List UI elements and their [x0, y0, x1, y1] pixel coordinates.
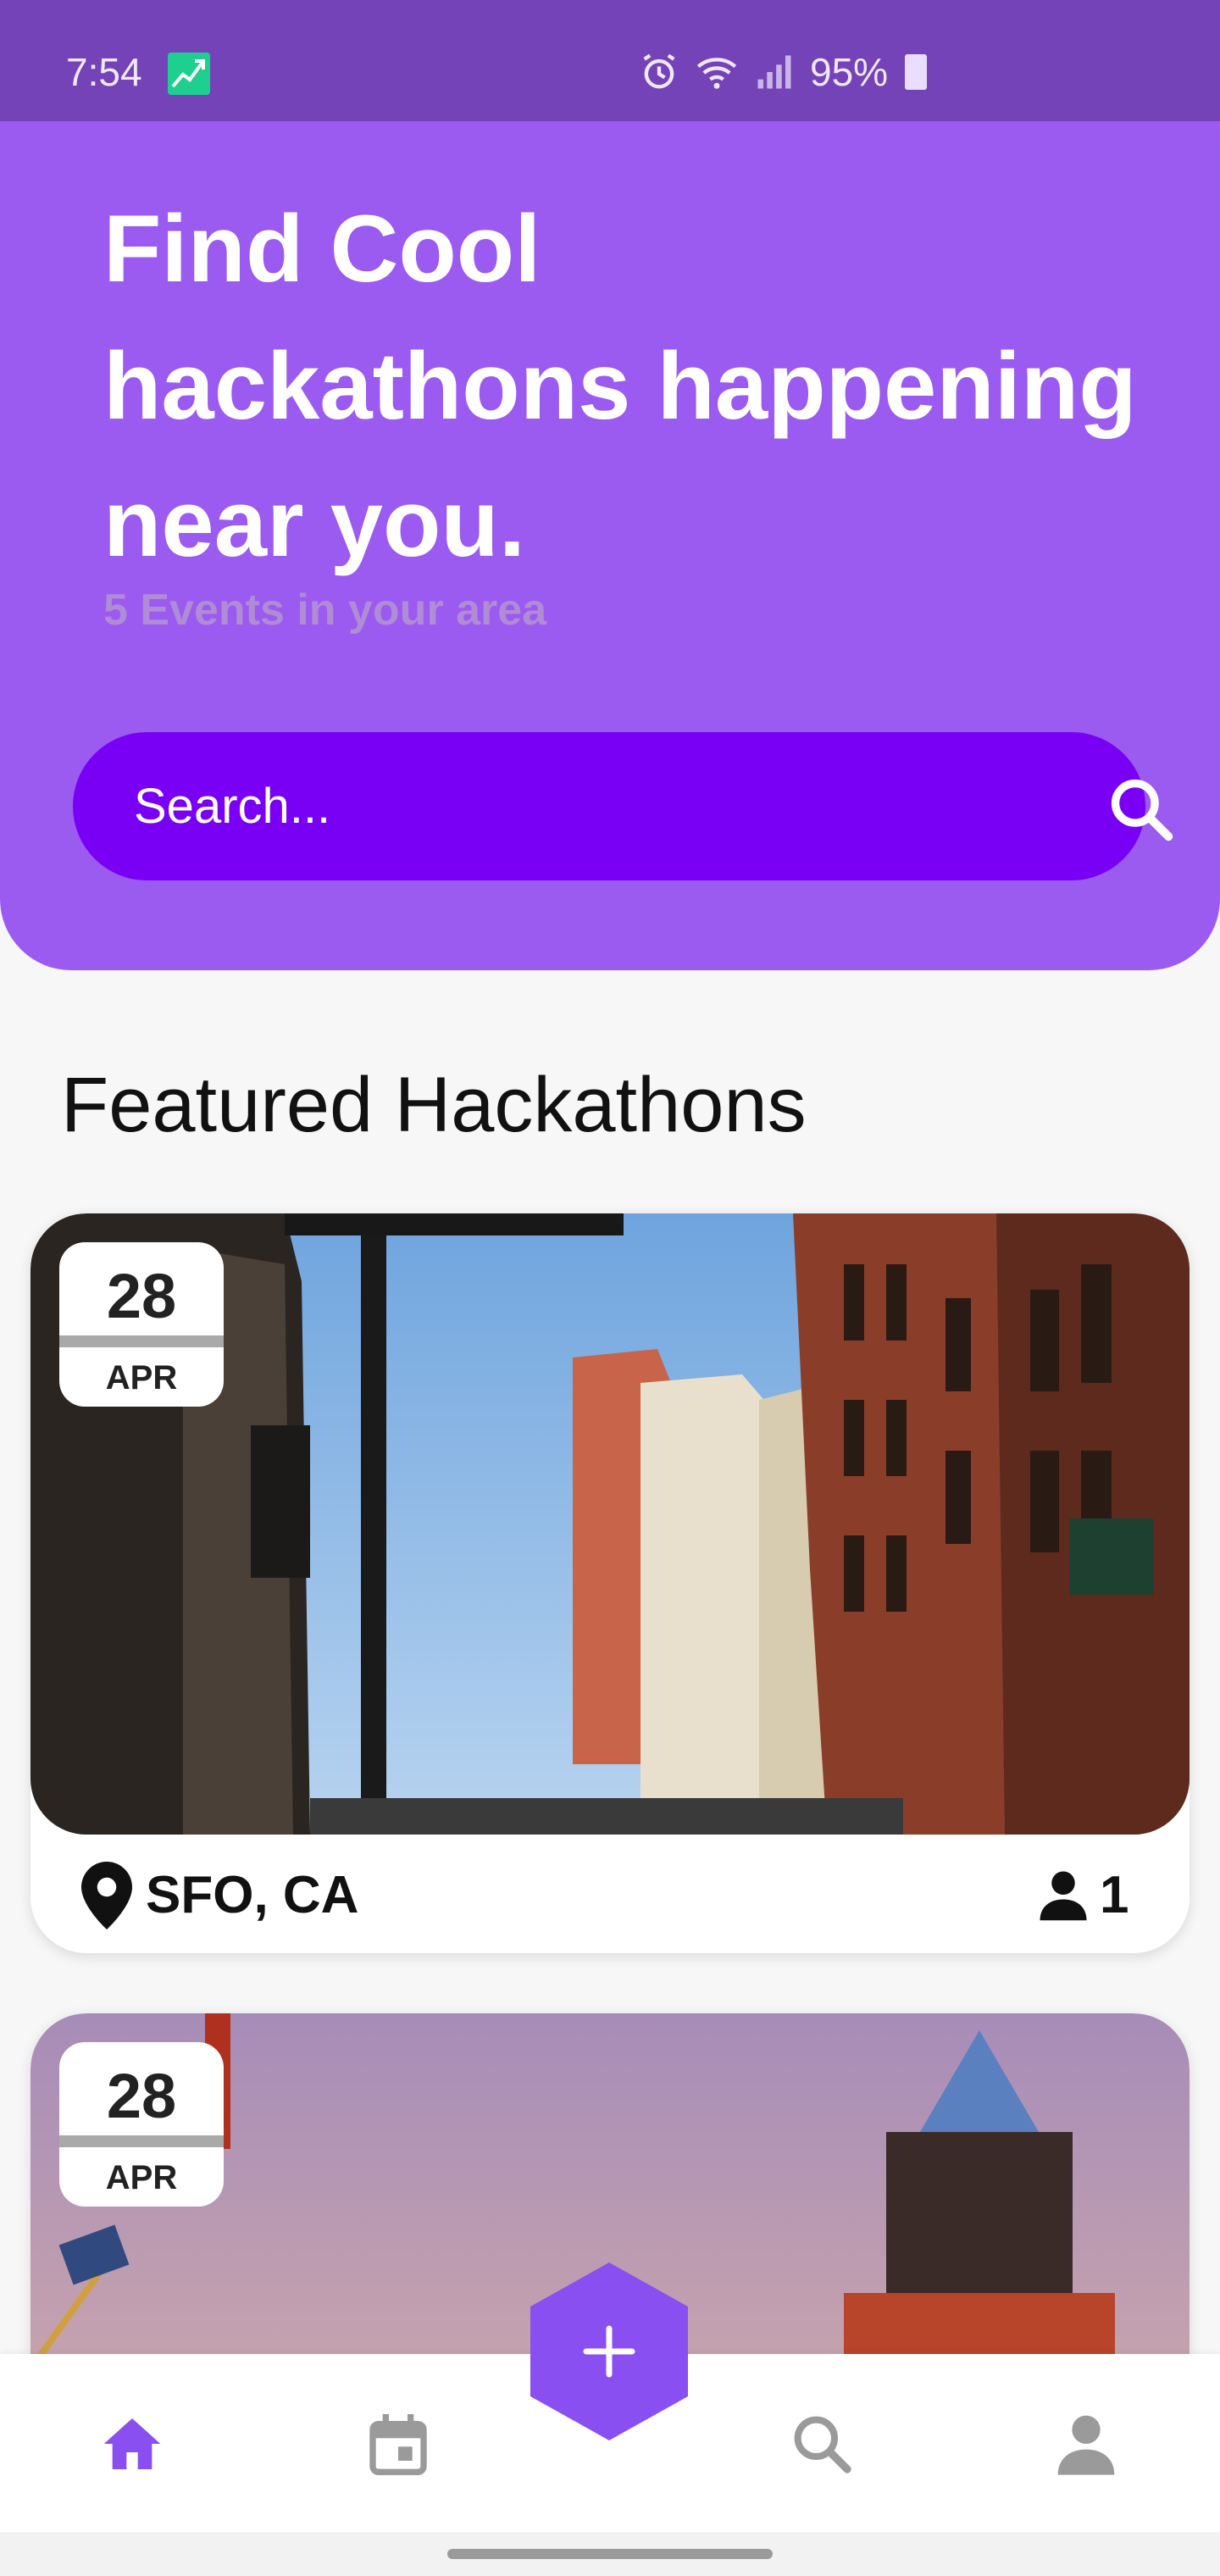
profile-icon[interactable] — [1052, 2410, 1120, 2478]
system-gesture-bar — [0, 2532, 1220, 2576]
events-count-subtitle: 5 Events in your area — [103, 586, 547, 635]
calendar-icon[interactable] — [364, 2410, 432, 2478]
battery-percent: 95% — [810, 50, 889, 94]
search-input[interactable] — [134, 732, 981, 880]
add-event-button[interactable] — [530, 2262, 688, 2440]
date-divider — [59, 2135, 224, 2147]
event-day: 28 — [106, 1261, 177, 1331]
stocks-app-icon — [168, 53, 210, 95]
battery-icon — [905, 54, 928, 90]
search-bar[interactable] — [73, 732, 1173, 880]
date-divider — [59, 1335, 224, 1347]
event-date-badge: 28 APR — [59, 1242, 224, 1407]
hero-title-line: near you. — [103, 470, 525, 576]
hero-title-line: Find Cool — [103, 196, 541, 302]
home-gesture-handle[interactable] — [447, 2549, 773, 2559]
location-pin-icon — [81, 1862, 132, 1929]
event-image-city-street: 28 APR — [30, 1213, 1190, 1835]
attendee-count: 1 — [1100, 1866, 1129, 1924]
section-title: Featured Hackathons — [61, 1062, 807, 1148]
home-icon[interactable] — [98, 2410, 166, 2478]
status-bar: 7:54 95% — [0, 0, 1220, 121]
event-date-badge: 28 APR — [59, 2042, 224, 2207]
attendee-icon — [1040, 1871, 1087, 1921]
event-card-footer: SFO, CA 1 — [30, 1835, 1190, 1953]
hero-title: Find Cool hackathons happening near you. — [103, 180, 1154, 592]
signal-icon — [757, 55, 791, 89]
wifi-icon — [696, 58, 737, 89]
event-location: SFO, CA — [146, 1866, 359, 1924]
search-nav-icon[interactable] — [788, 2410, 856, 2478]
event-month: APR — [105, 1359, 178, 1396]
event-month: APR — [105, 2159, 178, 2196]
event-day: 28 — [106, 2061, 177, 2131]
event-card[interactable]: 28 APR SFO, CA 1 — [30, 1213, 1190, 1953]
hero-header: Find Cool hackathons happening near you.… — [0, 121, 1220, 970]
status-time: 7:54 — [66, 50, 142, 94]
hero-title-line: hackathons happening — [103, 333, 1137, 439]
alarm-icon — [643, 53, 675, 89]
status-icons: 95% — [637, 49, 928, 95]
search-icon[interactable] — [1105, 773, 1178, 846]
